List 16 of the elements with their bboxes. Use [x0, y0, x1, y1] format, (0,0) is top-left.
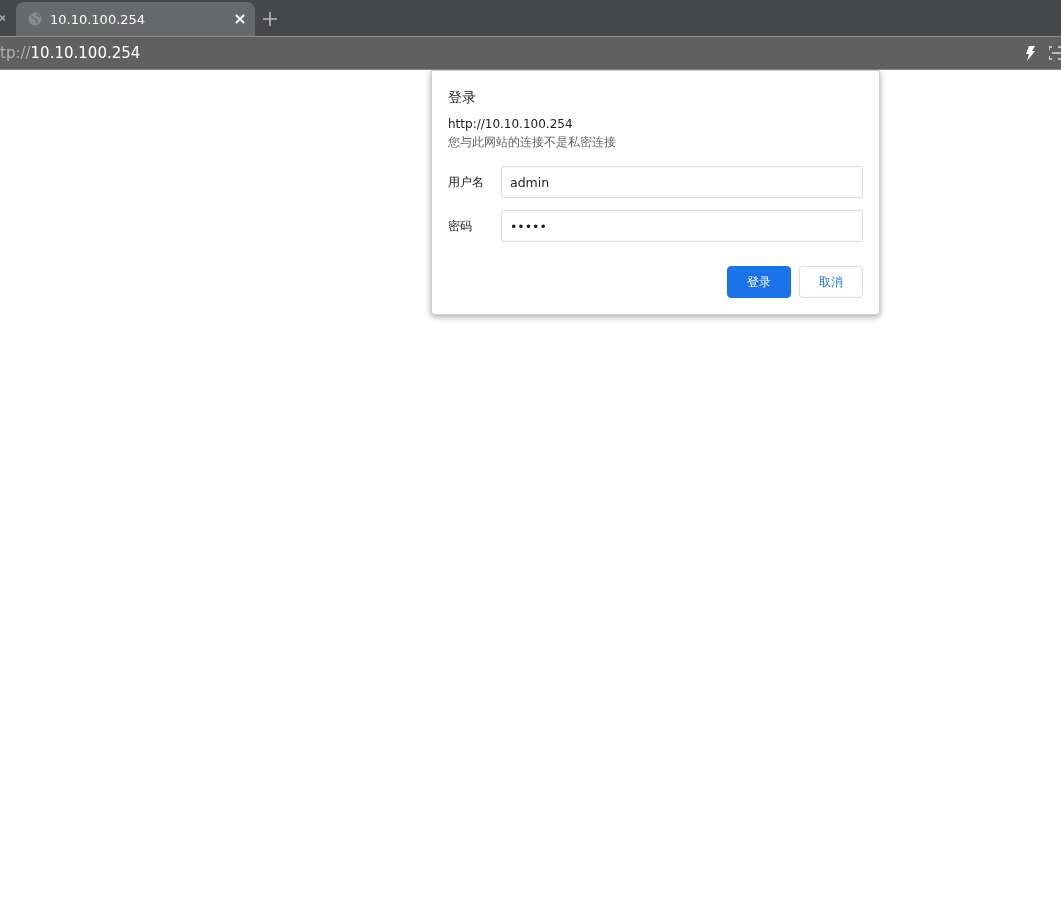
globe-icon: [28, 12, 42, 26]
close-icon[interactable]: [0, 13, 6, 23]
input-field[interactable]: admin: [501, 166, 863, 198]
field-label: 用户名: [448, 174, 485, 190]
connection-warning: 您与此网站的连接不是私密连接: [448, 135, 617, 150]
field-label: 密码: [448, 218, 473, 234]
cancel-button[interactable]: 取消: [799, 266, 863, 298]
input-field[interactable]: •••••: [501, 210, 863, 242]
screenshot-icon[interactable]: [1049, 46, 1061, 60]
new-tab-icon[interactable]: [263, 12, 277, 26]
site-address: http://10.10.100.254: [448, 117, 574, 131]
login-button[interactable]: 登录: [727, 266, 791, 298]
dialog-title: 登录: [448, 89, 477, 107]
browser-tab[interactable]: 10.10.100.254: [16, 2, 255, 36]
lightning-icon[interactable]: [1025, 45, 1035, 61]
close-tab-button[interactable]: [235, 14, 245, 24]
